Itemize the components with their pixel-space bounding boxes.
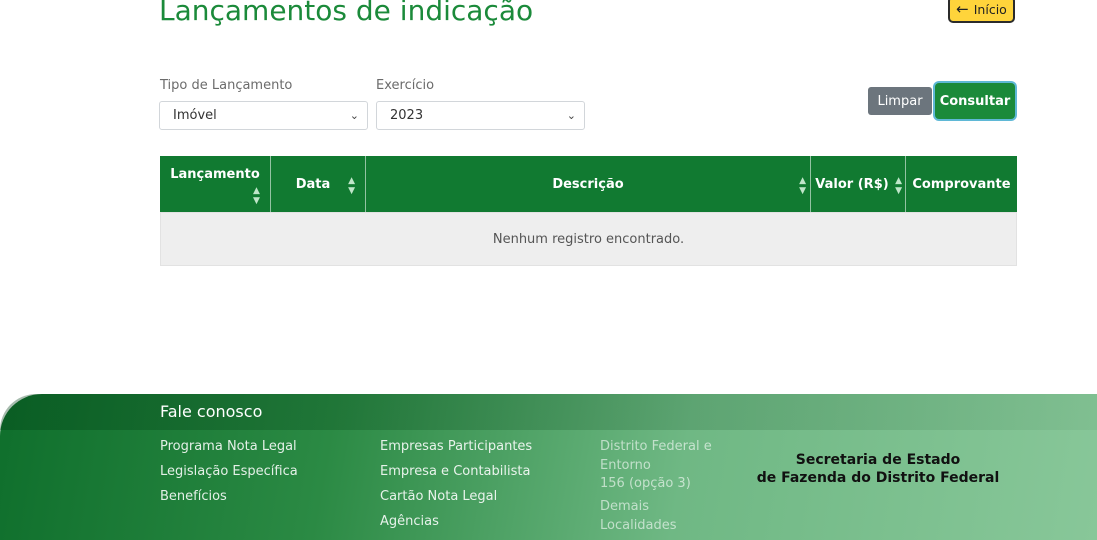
sort-icon: ▲ ▼	[799, 176, 806, 196]
table-header: Lançamento ▲ ▼ Data ▲ ▼ Descrição ▲ ▼ Valor…	[160, 156, 1017, 212]
footer-link-programa[interactable]: Programa Nota Legal	[160, 439, 297, 454]
secretaria-logo-text: Secretaria de Estado de Fazenda do Distr…	[756, 451, 1000, 487]
arrow-left-icon: ←	[956, 0, 969, 18]
tipo-lancamento-label: Tipo de Lançamento	[160, 78, 293, 93]
column-header-comprovante: Comprovante	[906, 156, 1017, 212]
contact-phone: 156 (opção 3)	[600, 476, 691, 491]
exercicio-select[interactable]: 2023 ⌄	[376, 101, 585, 130]
column-label: Descrição	[552, 176, 624, 192]
column-label: Comprovante	[912, 176, 1011, 192]
home-button[interactable]: ← Início	[948, 0, 1015, 23]
column-header-lancamento[interactable]: Lançamento ▲ ▼	[160, 156, 271, 212]
footer-link-agencias[interactable]: Agências	[380, 514, 439, 529]
footer-link-cartao[interactable]: Cartão Nota Legal	[380, 489, 497, 504]
footer-title: Fale conosco	[160, 402, 263, 421]
exercicio-label: Exercício	[376, 78, 435, 93]
consultar-button[interactable]: Consultar	[935, 83, 1015, 119]
contact-line: Localidades	[600, 518, 677, 533]
column-label: Lançamento	[170, 167, 260, 182]
column-header-descricao[interactable]: Descrição ▲ ▼	[366, 156, 811, 212]
secretaria-line2: de Fazenda do Distrito Federal	[756, 470, 1000, 486]
limpar-button[interactable]: Limpar	[868, 87, 932, 115]
column-header-valor[interactable]: Valor (R$) ▲ ▼	[811, 156, 906, 212]
footer-link-contabilista[interactable]: Empresa e Contabilista	[380, 464, 530, 479]
chevron-down-icon: ⌄	[566, 109, 576, 122]
tipo-lancamento-select[interactable]: Imóvel ⌄	[159, 101, 368, 130]
contact-line: Distrito Federal e	[600, 439, 712, 454]
column-header-data[interactable]: Data ▲ ▼	[271, 156, 366, 212]
empty-message: Nenhum registro encontrado.	[492, 231, 685, 247]
contact-line: Entorno	[600, 458, 651, 473]
footer-link-empresas[interactable]: Empresas Participantes	[380, 439, 532, 454]
tipo-lancamento-value: Imóvel	[173, 108, 217, 123]
chevron-down-icon: ⌄	[349, 109, 359, 122]
sort-icon: ▲ ▼	[253, 186, 260, 206]
footer-link-legislacao[interactable]: Legislação Específica	[160, 464, 298, 479]
footer-link-beneficios[interactable]: Benefícios	[160, 489, 227, 504]
page-title: Lançamentos de indicação	[159, 0, 534, 27]
sort-icon: ▲ ▼	[348, 176, 355, 196]
sort-icon: ▲ ▼	[895, 176, 902, 196]
column-label: Valor (R$)	[815, 176, 889, 192]
contact-line: Demais	[600, 499, 650, 514]
home-button-label: Início	[973, 2, 1007, 17]
column-label: Data	[295, 176, 331, 192]
secretaria-line1: Secretaria de Estado	[795, 452, 961, 468]
table-empty-row: Nenhum registro encontrado.	[160, 212, 1017, 266]
exercicio-value: 2023	[390, 108, 424, 123]
